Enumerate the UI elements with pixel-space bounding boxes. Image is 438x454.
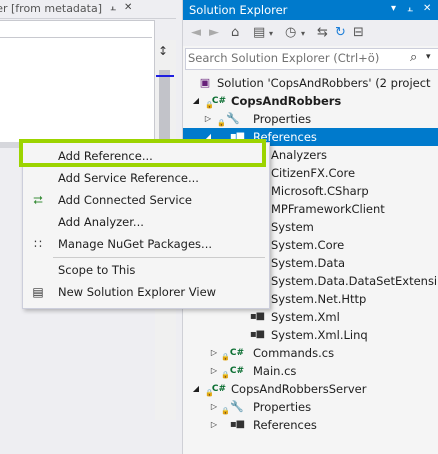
tree-item-file[interactable]: ▷ 🔒 C# Commands.cs	[183, 344, 438, 362]
tree-item-label: System	[271, 220, 314, 234]
split-window-icon[interactable]: ↕	[158, 44, 168, 58]
reference-icon: ▪■	[249, 311, 265, 322]
scrollbar-thumb[interactable]	[159, 70, 170, 140]
menu-item-label: Manage NuGet Packages...	[58, 237, 213, 251]
collapsed-arrow-icon[interactable]: ▷	[203, 110, 213, 128]
editor-content[interactable]	[0, 20, 155, 144]
switch-views-icon[interactable]: ▤	[253, 25, 265, 40]
close-icon[interactable]: ✕	[124, 2, 132, 13]
reference-icon: ▪■	[249, 329, 265, 340]
wrench-icon: 🔧	[226, 112, 240, 125]
back-icon[interactable]: ◄	[191, 25, 201, 40]
chevron-down-icon[interactable]: ▾	[426, 52, 431, 62]
context-menu: Add Reference... Add Service Reference..…	[22, 142, 270, 309]
collapsed-arrow-icon[interactable]: ▷	[209, 344, 219, 362]
menu-item-scope-to-this[interactable]: Scope to This	[23, 259, 269, 281]
refresh-icon[interactable]: ↻	[335, 25, 346, 40]
document-tab[interactable]: xer [from metadata] ⫠ ✕	[0, 0, 176, 19]
solution-icon: ▣	[199, 76, 211, 89]
menu-item-add-connected-service[interactable]: ⮂ Add Connected Service	[23, 189, 269, 211]
document-tab-title: xer [from metadata]	[0, 2, 102, 15]
pin-icon[interactable]: ⫠	[110, 2, 116, 13]
tree-item-label: MPFrameworkClient	[271, 202, 385, 216]
tree-item-label: Properties	[253, 112, 312, 126]
menu-item-new-solution-explorer-view[interactable]: ▤ New Solution Explorer View	[23, 281, 269, 303]
connected-service-icon: ⮂	[33, 193, 43, 207]
sync-icon[interactable]: ⇆	[317, 25, 328, 40]
tree-item-label: CitizenFX.Core	[271, 166, 356, 180]
tree-item-label: System.Core	[271, 238, 345, 252]
collapse-all-icon[interactable]: ⊟	[353, 25, 364, 40]
solution-explorer-toolbar: ◄ ► ⌂ ▤ ▾ ◷ ▾ ⇆ ↻ ⊟	[183, 20, 438, 46]
tree-item-project[interactable]: ◢ 🔒 C# CopsAndRobbers	[183, 92, 438, 110]
tree-item-label: References	[253, 418, 317, 432]
collapsed-arrow-icon[interactable]: ▷	[209, 398, 219, 416]
window-position-icon[interactable]: ▾	[391, 3, 396, 14]
tree-item-file[interactable]: ▷ 🔒 C# Main.cs	[183, 362, 438, 380]
tree-item-label: Microsoft.CSharp	[271, 184, 369, 198]
new-view-icon: ▤	[32, 285, 44, 299]
scroll-marker	[156, 75, 174, 77]
chevron-down-icon[interactable]: ▾	[269, 29, 273, 38]
csharp-project-icon: C#	[211, 96, 227, 106]
forward-icon[interactable]: ►	[209, 25, 219, 40]
menu-item-label: Add Analyzer...	[58, 215, 144, 229]
tree-item-references[interactable]: ▷ ▪■ References	[183, 416, 438, 434]
nuget-icon: ∷	[34, 237, 42, 251]
expanded-arrow-icon[interactable]: ◢	[191, 380, 201, 398]
solution-explorer-titlebar[interactable]: Solution Explorer ▾ ⫠ ✕	[183, 0, 438, 20]
wrench-icon: 🔧	[230, 400, 244, 413]
menu-item-label: Add Connected Service	[58, 193, 193, 207]
tree-item-label: System.Net.Http	[271, 292, 367, 306]
menu-item-add-service-reference[interactable]: Add Service Reference...	[23, 167, 269, 189]
csharp-file-icon: C#	[229, 348, 245, 358]
csharp-project-icon: C#	[211, 384, 227, 394]
csharp-file-icon: C#	[229, 366, 245, 376]
tree-item-label: System.Data.DataSetExtensi	[271, 274, 438, 288]
collapsed-arrow-icon[interactable]: ▷	[209, 416, 219, 434]
tree-item-reference[interactable]: ▪■ System.Xml.Linq	[183, 326, 438, 344]
close-icon[interactable]: ✕	[423, 3, 431, 14]
tree-item-label: System.Data	[271, 256, 345, 270]
search-icon[interactable]: ⌕	[410, 50, 417, 65]
menu-item-manage-nuget[interactable]: ∷ Manage NuGet Packages...	[23, 233, 269, 255]
add-reference-highlight-box	[19, 139, 266, 167]
search-box[interactable]: ⌕ ▾	[185, 48, 438, 70]
menu-item-add-analyzer[interactable]: Add Analyzer...	[23, 211, 269, 233]
tree-item-properties[interactable]: ▷ 🔒 🔧 Properties	[183, 110, 438, 128]
tree-item-label: Analyzers	[271, 148, 328, 162]
editor-field[interactable]	[0, 21, 152, 38]
menu-item-label: Scope to This	[58, 263, 136, 277]
pending-changes-icon[interactable]: ◷	[285, 25, 296, 40]
tree-item-project[interactable]: ◢ 🔒 C# CopsAndRobbersServer	[183, 380, 438, 398]
tree-item-label: Commands.cs	[253, 346, 335, 360]
menu-item-label: Add Service Reference...	[58, 171, 199, 185]
pin-icon[interactable]: ⫠	[407, 3, 413, 14]
chevron-down-icon[interactable]: ▾	[301, 29, 305, 38]
expanded-arrow-icon[interactable]: ◢	[191, 92, 201, 110]
tree-item-label: Main.cs	[253, 364, 297, 378]
menu-item-label: New Solution Explorer View	[58, 285, 217, 299]
tree-item-properties[interactable]: ▷ 🔒 🔧 Properties	[183, 398, 438, 416]
solution-explorer-title: Solution Explorer	[189, 3, 288, 17]
tree-item-label: CopsAndRobbers	[231, 94, 342, 108]
home-icon[interactable]: ⌂	[231, 25, 239, 40]
tree-item-label: Properties	[253, 400, 312, 414]
search-input[interactable]	[188, 50, 408, 66]
collapsed-arrow-icon[interactable]: ▷	[209, 362, 219, 380]
menu-separator	[53, 257, 265, 258]
tree-item-label: System.Xml.Linq	[271, 328, 368, 342]
references-icon: ▪■	[229, 419, 245, 430]
tree-item-label: Solution 'CopsAndRobbers' (2 project	[217, 76, 431, 90]
tree-item-solution[interactable]: ▣ Solution 'CopsAndRobbers' (2 project	[183, 74, 438, 92]
tree-item-label: CopsAndRobbersServer	[231, 382, 367, 396]
tree-item-label: System.Xml	[271, 310, 340, 324]
tree-item-reference[interactable]: ▪■ System.Xml	[183, 308, 438, 326]
